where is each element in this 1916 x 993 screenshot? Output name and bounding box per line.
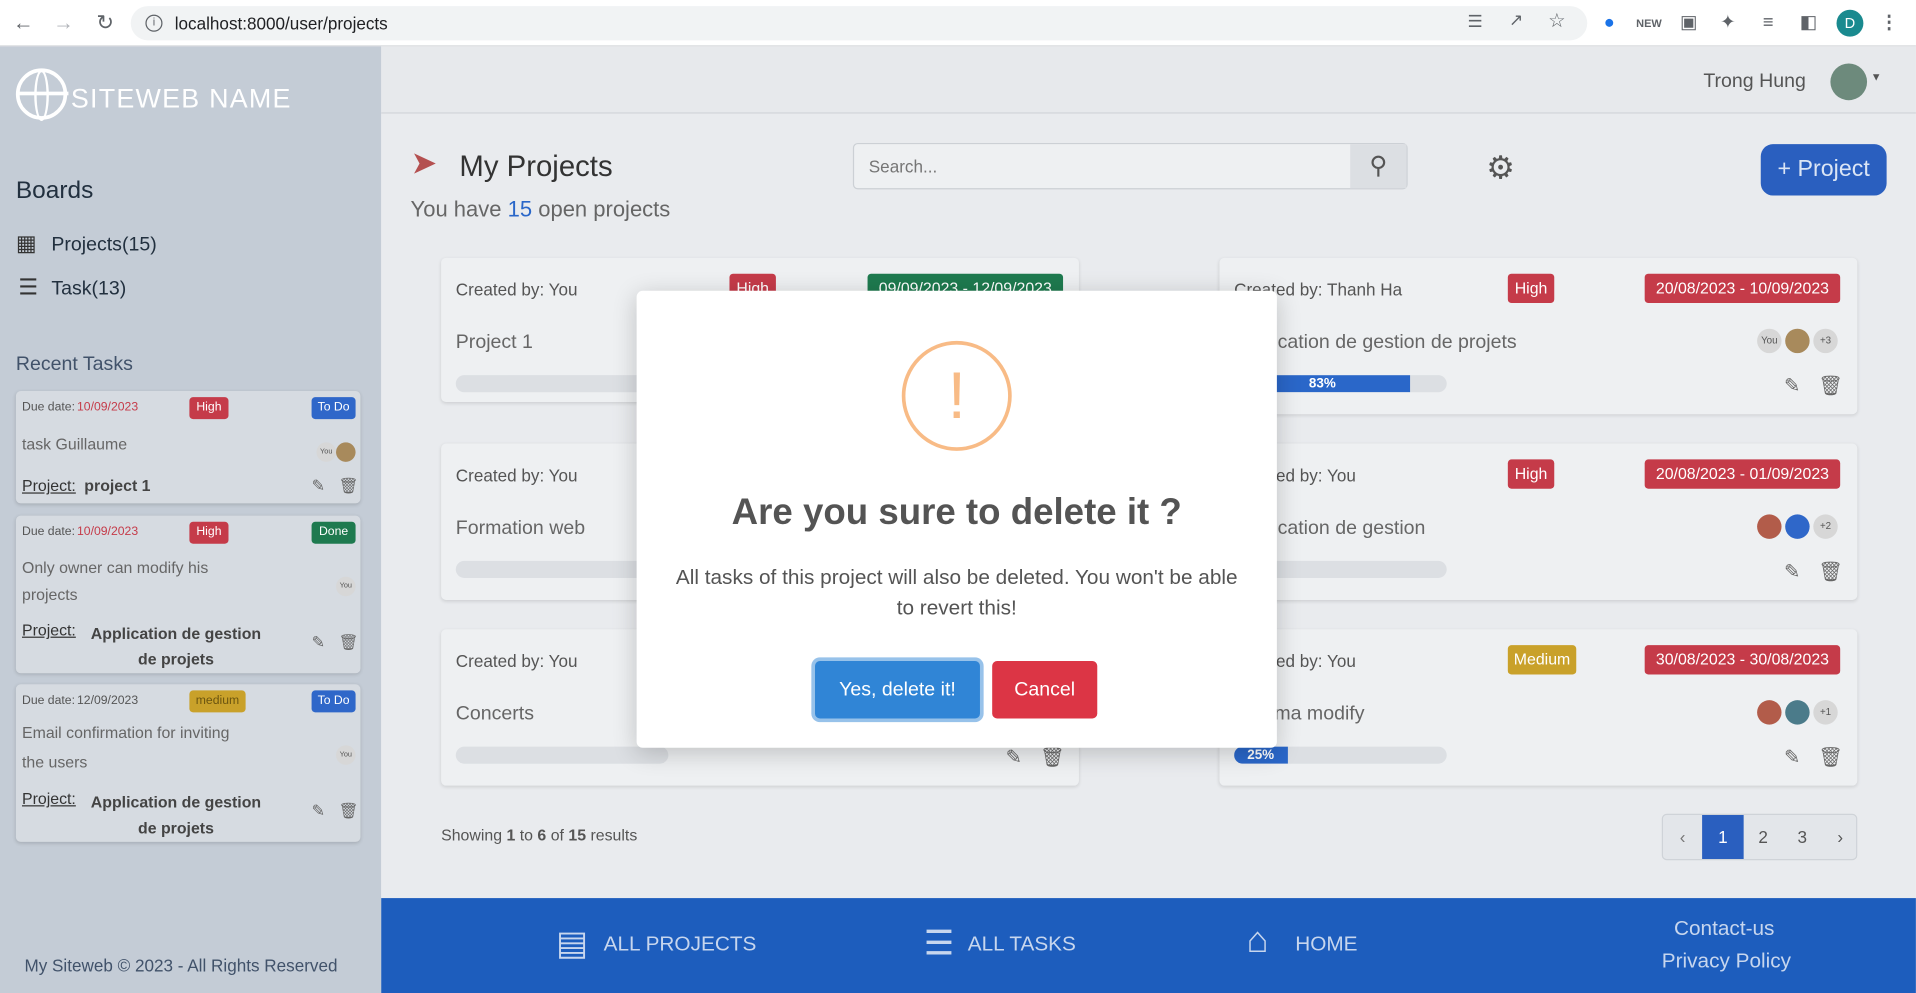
translate-icon[interactable]: ☰ [1468, 11, 1483, 32]
share-icon[interactable]: ↗ [1509, 10, 1523, 31]
profile-avatar[interactable]: D [1836, 9, 1864, 37]
forward-icon[interactable]: → [51, 11, 75, 35]
menu-dots-icon[interactable]: ⋮ [1877, 11, 1901, 35]
bookmark-star-icon[interactable]: ☆ [1548, 9, 1566, 33]
reading-list-icon[interactable]: ≡ [1756, 11, 1780, 35]
dialog-message: All tasks of this project will also be d… [675, 565, 1238, 620]
site-info-icon[interactable]: i [145, 14, 163, 32]
browser-toolbar: ← → ↻ i localhost:8000/user/projects ☰ ↗… [0, 0, 1916, 47]
confirm-delete-dialog: ! Are you sure to delete it ? All tasks … [636, 290, 1277, 748]
side-panel-icon[interactable]: ◧ [1796, 11, 1820, 35]
confirm-delete-button[interactable]: Yes, delete it! [815, 661, 980, 719]
extension-new-icon[interactable]: NEW [1636, 11, 1662, 35]
dialog-title: Are you sure to delete it ? [731, 492, 1182, 533]
extension-globe-icon[interactable]: ● [1597, 11, 1621, 35]
extension-icon[interactable]: ▣ [1676, 11, 1700, 35]
url-text: localhost:8000/user/projects [174, 13, 388, 33]
puzzle-icon[interactable]: ✦ [1716, 11, 1740, 35]
warning-icon: ! [901, 340, 1012, 451]
cancel-button[interactable]: Cancel [992, 661, 1098, 719]
address-bar[interactable]: i localhost:8000/user/projects ☰ ↗ ☆ [130, 6, 1588, 41]
back-icon[interactable]: ← [11, 11, 35, 35]
reload-icon[interactable]: ↻ [93, 11, 117, 35]
